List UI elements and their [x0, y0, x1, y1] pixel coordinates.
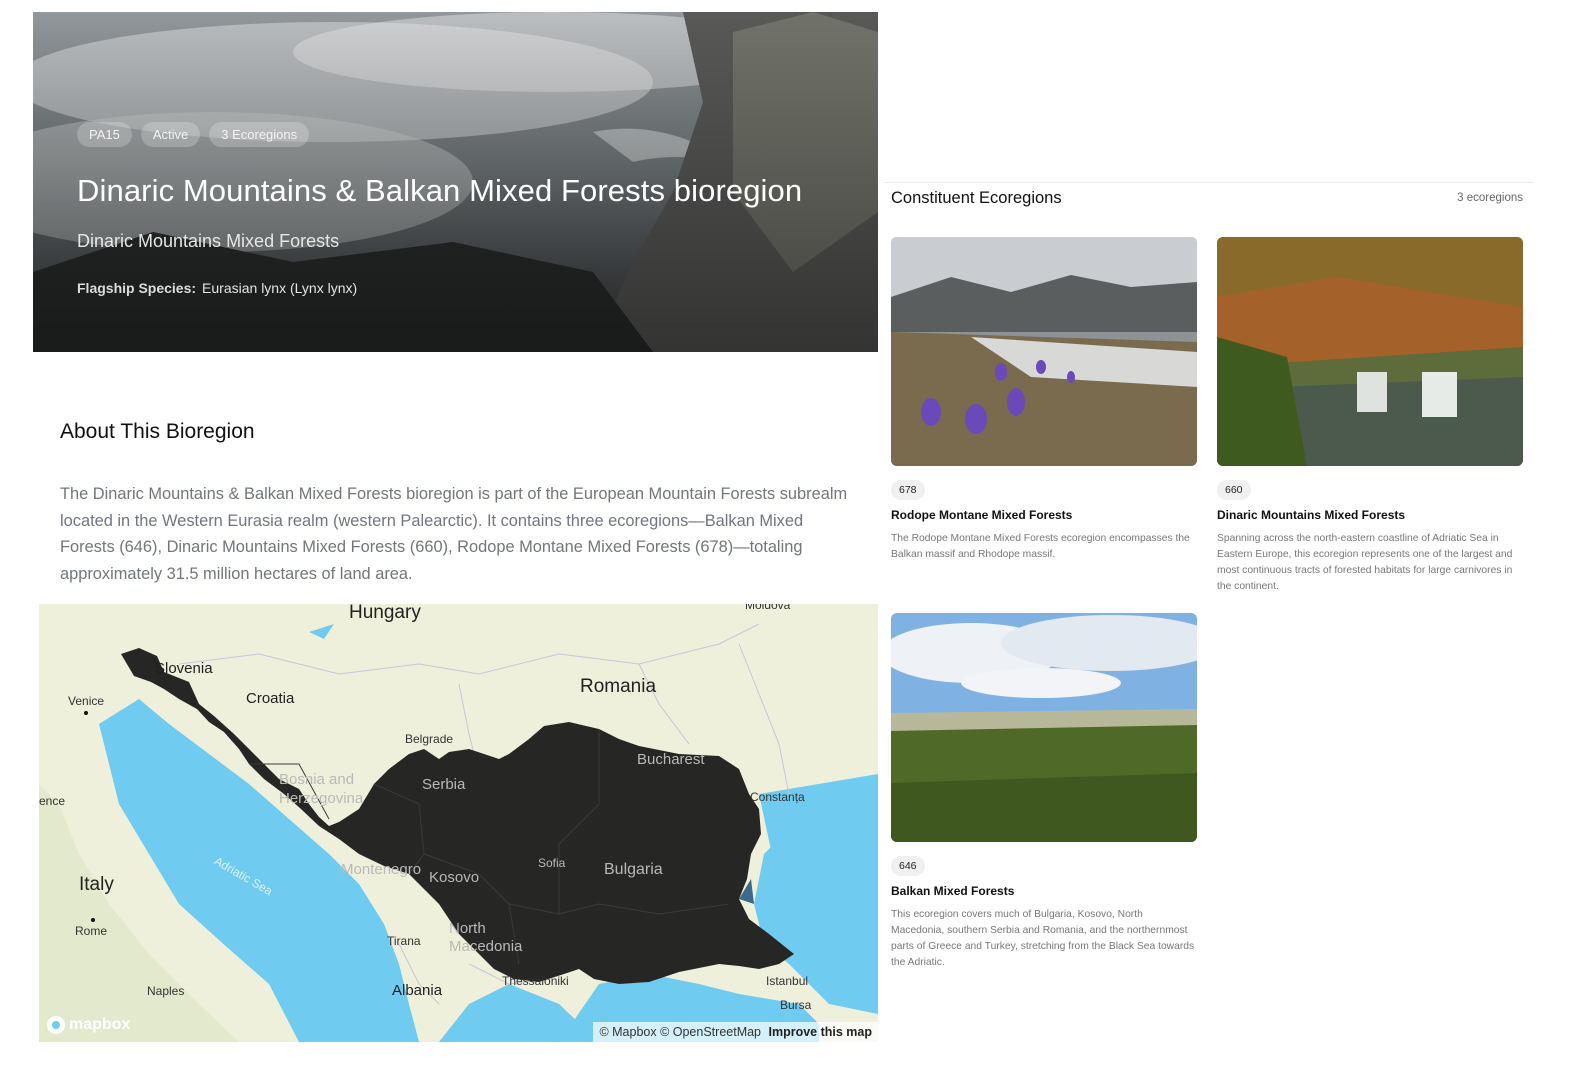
ecoregion-card[interactable]: 660 Dinaric Mountains Mixed Forests Span…: [1217, 237, 1523, 595]
ecoregion-name[interactable]: Rodope Montane Mixed Forests: [891, 508, 1197, 522]
ecoregion-id-badge: 646: [891, 856, 925, 876]
ecoregion-image[interactable]: [1217, 237, 1523, 466]
ecoregion-description: Spanning across the north-eastern coastl…: [1217, 533, 1513, 592]
ecoregion-count-badge: 3 Ecoregions: [209, 122, 310, 147]
map-attribution: © Mapbox © OpenStreetMap Improve this ma…: [593, 1022, 878, 1042]
map-label-kosovo: Kosovo: [429, 869, 480, 886]
code-badge: PA15: [77, 122, 132, 147]
mapbox-logo-text: mapbox: [69, 1016, 131, 1033]
map-label-istanbul: Istanbul: [766, 974, 809, 988]
flagship-label: Flagship Species:: [77, 280, 197, 296]
attribution-text[interactable]: © Mapbox © OpenStreetMap: [599, 1025, 761, 1039]
ecoregion-name[interactable]: Balkan Mixed Forests: [891, 884, 1197, 898]
map-label-bursa: Bursa: [780, 998, 812, 1012]
map-label-serbia: Serbia: [422, 776, 466, 793]
ecoregion-description: The Rodope Montane Mixed Forests ecoregi…: [891, 533, 1190, 560]
improve-map-link[interactable]: Improve this map: [769, 1025, 873, 1039]
about-description: The Dinaric Mountains & Balkan Mixed For…: [60, 485, 848, 584]
map-label-bosnia: Bosnia and Herzegovina: [279, 771, 364, 807]
map-label-bulgaria: Bulgaria: [604, 861, 663, 878]
page-title: Dinaric Mountains & Balkan Mixed Forests…: [77, 173, 803, 208]
map-label-venice: Venice: [68, 694, 105, 708]
map-label-florence: ence: [39, 794, 66, 808]
map-label-romania: Romania: [580, 676, 657, 697]
map-label-north-macedonia: North Macedonia: [449, 920, 523, 955]
ecoregions-heading: Constituent Ecoregions: [891, 189, 1062, 207]
badge-row: PA15 Active 3 Ecoregions: [77, 122, 802, 147]
map-label-montenegro: Montenegro: [341, 861, 422, 878]
mapbox-logo[interactable]: mapbox: [47, 1016, 130, 1034]
map-label-belgrade: Belgrade: [405, 732, 454, 746]
map-dot-rome: [91, 918, 95, 922]
map-label-constanta: Constanța: [750, 790, 805, 804]
section-divider: [884, 182, 1534, 183]
flagship-value: Eurasian lynx (Lynx lynx): [202, 280, 358, 296]
ecoregion-image[interactable]: [891, 613, 1197, 842]
map-label-bucharest: Bucharest: [637, 751, 705, 768]
flagship-species: Flagship Species: Eurasian lynx (Lynx lyn…: [77, 280, 802, 296]
ecoregion-id-badge: 660: [1217, 480, 1251, 500]
bioregion-map[interactable]: Hungary Moldova Slovenia Croatia Romania…: [39, 604, 878, 1042]
map-label-rome: Rome: [75, 924, 108, 938]
ecoregion-image[interactable]: [891, 237, 1197, 466]
mapbox-icon: [47, 1016, 65, 1034]
status-badge: Active: [140, 122, 201, 147]
ecoregion-description: This ecoregion covers much of Bulgaria, …: [891, 909, 1195, 968]
ecoregion-id-badge: 678: [891, 480, 925, 500]
map-label-moldova: Moldova: [745, 604, 791, 612]
page-subtitle: Dinaric Mountains Mixed Forests: [77, 231, 340, 251]
map-label-croatia: Croatia: [246, 690, 295, 707]
map-label-albania: Albania: [392, 982, 443, 999]
map-dot-venice: [84, 711, 88, 715]
map-label-tirana: Tirana: [387, 934, 421, 948]
about-heading: About This Bioregion: [60, 420, 255, 443]
map-label-thessaloniki: Thessaloniki: [502, 974, 569, 988]
map-label-slovenia: Slovenia: [155, 660, 213, 677]
hero-banner: PA15 Active 3 Ecoregions Dinaric Mountai…: [33, 12, 878, 352]
ecoregions-count: 3 ecoregions: [1457, 192, 1523, 204]
map-label-sofia: Sofia: [538, 856, 566, 870]
map-label-hungary: Hungary: [349, 604, 421, 623]
ecoregion-name[interactable]: Dinaric Mountains Mixed Forests: [1217, 508, 1523, 522]
map-label-italy: Italy: [79, 874, 114, 895]
ecoregion-card[interactable]: 678 Rodope Montane Mixed Forests The Rod…: [891, 237, 1197, 563]
ecoregion-card[interactable]: 646 Balkan Mixed Forests This ecoregion …: [891, 613, 1197, 971]
map-label-naples: Naples: [147, 984, 185, 998]
